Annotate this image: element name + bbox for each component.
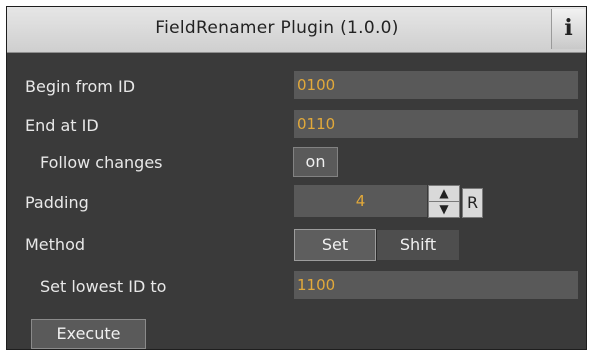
end-id-field[interactable]: 0110 [294,110,578,138]
info-icon[interactable]: i [551,9,585,49]
lowest-id-label: Set lowest ID to [40,277,167,296]
padding-field[interactable]: 4 [294,185,427,217]
begin-id-field[interactable]: 0100 [294,71,578,99]
end-id-label: End at ID [25,116,99,135]
method-label: Method [25,235,86,254]
follow-changes-toggle[interactable]: on [293,147,338,177]
method-shift-button[interactable]: Shift [376,229,460,261]
window-title: FieldRenamer Plugin (1.0.0) [155,18,399,38]
padding-label: Padding [25,193,89,212]
lowest-id-field[interactable]: 1100 [294,271,578,299]
begin-id-label: Begin from ID [25,77,136,96]
padding-spinner: ▲ ▼ [428,185,460,218]
spinner-up-icon[interactable]: ▲ [429,186,459,202]
method-set-button[interactable]: Set [294,229,376,261]
plugin-panel: FieldRenamer Plugin (1.0.0) i Begin from… [6,6,587,350]
padding-reset-button[interactable]: R [462,188,483,218]
spinner-down-icon[interactable]: ▼ [429,202,459,217]
title-bar: FieldRenamer Plugin (1.0.0) i [7,7,586,53]
execute-button[interactable]: Execute [31,319,146,349]
follow-changes-label: Follow changes [40,153,163,172]
